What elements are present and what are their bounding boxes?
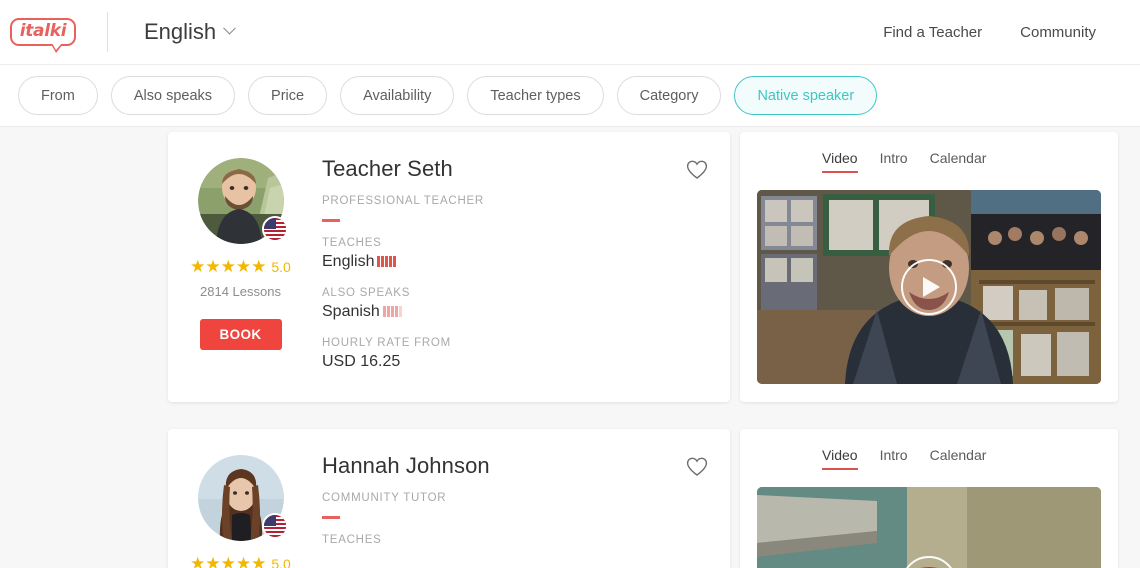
chevron-down-icon: [223, 21, 237, 35]
teacher-role: PROFESSIONAL TEACHER: [322, 195, 484, 207]
teaches-value: English: [322, 253, 708, 271]
filter-chip-availability[interactable]: Availability: [340, 76, 455, 115]
proficiency-bars-teaches: [377, 256, 397, 267]
header-nav: Find a Teacher Community: [883, 24, 1140, 41]
teacher-name[interactable]: Teacher Seth: [322, 156, 708, 182]
tab-intro[interactable]: Intro: [880, 150, 908, 173]
video-thumbnail[interactable]: [757, 190, 1101, 384]
teacher-role: COMMUNITY TUTOR: [322, 492, 447, 504]
teacher-list: ★★★★★ 5.0 2814 Lessons BOOK Teacher Seth…: [0, 127, 1140, 568]
heart-icon[interactable]: [686, 457, 708, 477]
video-tabs: Video Intro Calendar: [740, 447, 986, 470]
role-divider: [322, 219, 340, 222]
teacher-name[interactable]: Hannah Johnson: [322, 453, 708, 479]
logo-text: italki: [9, 18, 77, 53]
video-thumbnail[interactable]: [757, 487, 1101, 568]
hourly-rate-label: HOURLY RATE FROM: [322, 336, 451, 349]
also-speaks-language: Spanish: [322, 302, 380, 320]
language-selector-label: English: [144, 19, 217, 44]
filter-chip-price[interactable]: Price: [248, 76, 328, 115]
star-rating-icon: ★★★★★: [190, 554, 267, 568]
filter-chip-also-speaks[interactable]: Also speaks: [110, 76, 236, 115]
nav-community[interactable]: Community: [1020, 24, 1096, 41]
tab-calendar[interactable]: Calendar: [930, 150, 987, 173]
rating: ★★★★★ 5.0: [190, 555, 291, 568]
teacher-card[interactable]: ★★★★★ 5.0 2814 Lessons BOOK Teacher Seth…: [168, 132, 730, 402]
teacher-row: ★★★★★ 5.0 Hannah Johnson COMMUNITY TUTOR…: [0, 429, 1140, 568]
site-header: italki English Find a Teacher Community: [0, 0, 1140, 65]
rating-score: 5.0: [271, 555, 291, 568]
tab-calendar[interactable]: Calendar: [930, 447, 987, 470]
also-speaks-label: ALSO SPEAKS: [322, 286, 411, 299]
filter-chip-native-speaker[interactable]: Native speaker: [734, 76, 878, 115]
teacher-card-right: Teacher Seth PROFESSIONAL TEACHER TEACHE…: [313, 156, 730, 380]
filter-bar: From Also speaks Price Availability Teac…: [0, 65, 1140, 127]
video-tabs: Video Intro Calendar: [740, 150, 986, 173]
avatar[interactable]: [197, 158, 288, 244]
filter-chip-teacher-types[interactable]: Teacher types: [467, 76, 604, 115]
avatar[interactable]: [197, 455, 288, 541]
star-rating-icon: ★★★★★: [190, 257, 267, 276]
nav-find-a-teacher[interactable]: Find a Teacher: [883, 24, 982, 41]
teaches-label: TEACHES: [322, 236, 382, 249]
heart-icon[interactable]: [686, 160, 708, 180]
tab-intro[interactable]: Intro: [880, 447, 908, 470]
hourly-rate-value: USD 16.25: [322, 352, 401, 370]
video-panel: Video Intro Calendar: [740, 429, 1118, 568]
teaches-language: English: [322, 252, 375, 270]
lessons-count: 2814 Lessons: [200, 284, 281, 299]
rating: ★★★★★ 5.0: [190, 258, 291, 275]
teaches-label: TEACHES: [322, 533, 382, 546]
rating-score: 5.0: [271, 258, 291, 275]
header-divider: [107, 12, 108, 52]
us-flag-icon: [261, 513, 288, 539]
filter-chip-category[interactable]: Category: [616, 76, 722, 115]
also-speaks-value: Spanish: [322, 303, 708, 321]
teacher-row: ★★★★★ 5.0 2814 Lessons BOOK Teacher Seth…: [0, 132, 1140, 402]
video-panel: Video Intro Calendar: [740, 132, 1118, 402]
italki-logo[interactable]: italki: [8, 12, 78, 53]
tab-video[interactable]: Video: [822, 447, 858, 470]
play-button-icon[interactable]: [901, 259, 957, 315]
teacher-card-left: ★★★★★ 5.0 2814 Lessons BOOK: [168, 156, 313, 380]
role-divider: [322, 516, 340, 519]
filter-chip-from[interactable]: From: [18, 76, 98, 115]
language-selector[interactable]: English: [144, 19, 237, 45]
teacher-card-right: Hannah Johnson COMMUNITY TUTOR TEACHES: [313, 453, 730, 568]
teacher-card-left: ★★★★★ 5.0: [168, 453, 313, 568]
tab-video[interactable]: Video: [822, 150, 858, 173]
us-flag-icon: [261, 216, 288, 242]
book-button[interactable]: BOOK: [199, 319, 282, 350]
proficiency-bars-also-speaks: [382, 306, 402, 317]
teacher-card[interactable]: ★★★★★ 5.0 Hannah Johnson COMMUNITY TUTOR…: [168, 429, 730, 568]
